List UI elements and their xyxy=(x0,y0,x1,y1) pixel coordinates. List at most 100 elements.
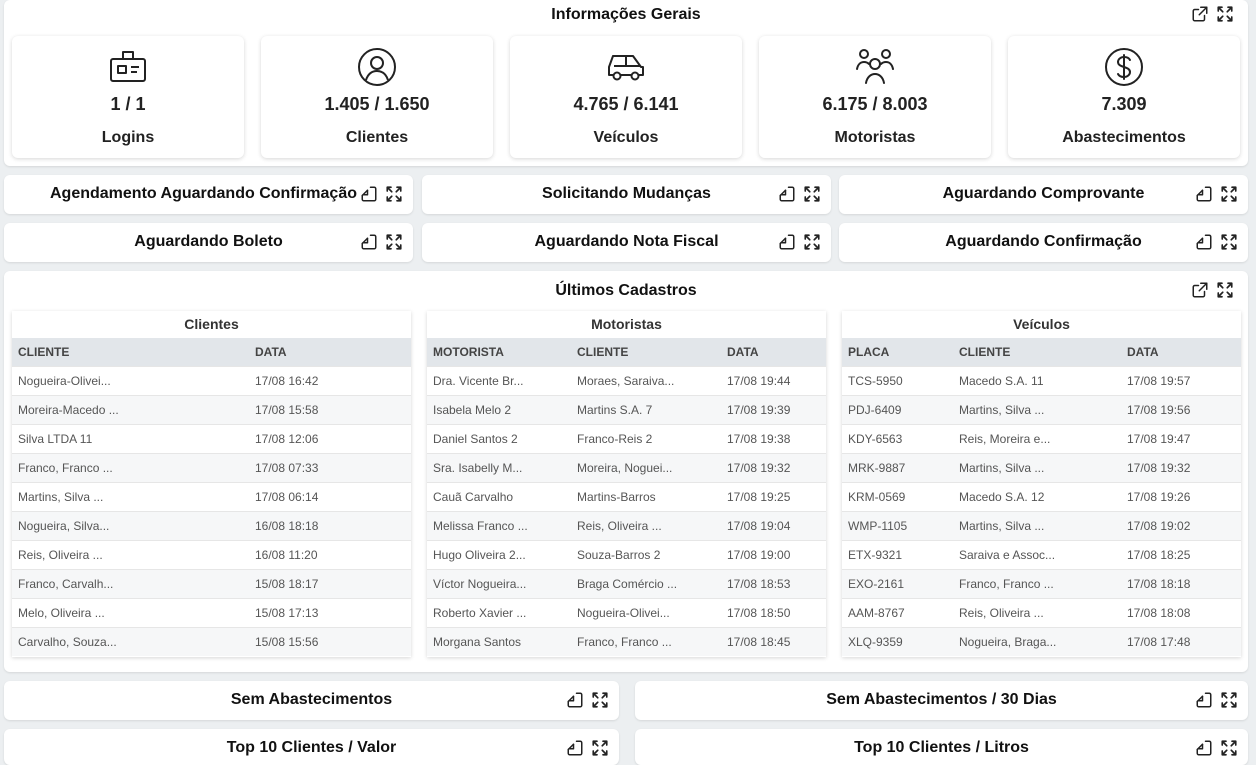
cliente-cell: Souza-Barros 2 xyxy=(571,539,721,569)
top10-litros-widget[interactable]: Top 10 Clientes / Litros xyxy=(635,729,1248,765)
table-row[interactable]: Isabela Melo 2 Martins S.A. 7 17/08 19:39 xyxy=(427,394,826,424)
table-row[interactable]: TCS-5950 Macedo S.A. 11 17/08 19:57 xyxy=(842,365,1241,395)
aguardando-confirmacao-widget[interactable]: Aguardando Confirmação xyxy=(839,223,1248,262)
table-row[interactable]: Moreira-Macedo ... 17/08 15:58 xyxy=(12,394,411,424)
table-row[interactable]: PDJ-6409 Martins, Silva ... 17/08 19:56 xyxy=(842,394,1241,424)
column-header[interactable]: CLIENTE xyxy=(571,338,721,366)
data-cell: 17/08 18:45 xyxy=(721,626,826,656)
placa-cell: MRK-9887 xyxy=(842,452,953,482)
dollar-circle-icon xyxy=(1104,47,1144,87)
data-cell: 17/08 18:08 xyxy=(1121,597,1241,627)
table-row[interactable]: WMP-1105 Martins, Silva ... 17/08 19:02 xyxy=(842,510,1241,540)
veiculos-table: PLACA CLIENTE DATA TCS-5950 Macedo S.A. 1… xyxy=(842,338,1241,656)
collapse-icon[interactable] xyxy=(778,233,796,251)
collapse-icon[interactable] xyxy=(778,185,796,203)
column-header[interactable]: CLIENTE xyxy=(12,338,249,366)
fullscreen-icon[interactable] xyxy=(1216,5,1234,23)
collapse-icon[interactable] xyxy=(360,185,378,203)
table-row[interactable]: Cauã Carvalho Martins-Barros 17/08 19:25 xyxy=(427,481,826,511)
collapse-icon[interactable] xyxy=(566,739,584,757)
cliente-cell: Reis, Moreira e... xyxy=(953,423,1121,453)
data-cell: 16/08 11:20 xyxy=(249,539,411,569)
collapse-icon[interactable] xyxy=(1195,185,1213,203)
table-row[interactable]: KRM-0569 Macedo S.A. 12 17/08 19:26 xyxy=(842,481,1241,511)
fullscreen-icon[interactable] xyxy=(803,233,821,251)
user-circle-icon xyxy=(357,47,397,87)
table-row[interactable]: Melo, Oliveira ... 15/08 17:13 xyxy=(12,597,411,627)
table-row[interactable]: Martins, Silva ... 17/08 06:14 xyxy=(12,481,411,511)
table-row[interactable]: Dra. Vicente Br... Moraes, Saraiva... 17/0… xyxy=(427,365,826,395)
table-row[interactable]: Hugo Oliveira 2... Souza-Barros 2 17/08 19… xyxy=(427,539,826,569)
collapse-icon[interactable] xyxy=(1195,691,1213,709)
placa-cell: ETX-9321 xyxy=(842,539,953,569)
table-row[interactable]: Melissa Franco ... Reis, Oliveira ... 17/0… xyxy=(427,510,826,540)
motoristas-table-title: Motoristas xyxy=(591,316,662,332)
collapse-icon[interactable] xyxy=(360,233,378,251)
table-row[interactable]: Franco, Carvalh... 15/08 18:17 xyxy=(12,568,411,598)
open-external-icon[interactable] xyxy=(1191,5,1209,23)
fullscreen-icon[interactable] xyxy=(385,185,403,203)
cliente-cell: Carvalho, Souza... xyxy=(12,626,249,656)
data-cell: 17/08 07:33 xyxy=(249,452,411,482)
table-row[interactable]: Morgana Santos Franco, Franco ... 17/08 18… xyxy=(427,626,826,656)
column-header[interactable]: MOTORISTA xyxy=(427,338,571,366)
top10-litros-title: Top 10 Clientes / Litros xyxy=(854,739,1029,756)
clientes-table: CLIENTE DATA Nogueira-Olivei... 17/08 16:… xyxy=(12,338,411,656)
motorista-cell: Melissa Franco ... xyxy=(427,510,571,540)
table-row[interactable]: XLQ-9359 Nogueira, Braga... 17/08 17:48 xyxy=(842,626,1241,656)
placa-cell: AAM-8767 xyxy=(842,597,953,627)
table-row[interactable]: ETX-9321 Saraiva e Assoc... 17/08 18:25 xyxy=(842,539,1241,569)
column-header[interactable]: DATA xyxy=(1121,338,1241,366)
table-row[interactable]: Reis, Oliveira ... 16/08 11:20 xyxy=(12,539,411,569)
collapse-icon[interactable] xyxy=(566,691,584,709)
column-header[interactable]: PLACA xyxy=(842,338,953,366)
aguardando-boleto-title: Aguardando Boleto xyxy=(134,233,283,250)
table-row[interactable]: Nogueira-Olivei... 17/08 16:42 xyxy=(12,365,411,395)
collapse-icon[interactable] xyxy=(1195,739,1213,757)
fullscreen-icon[interactable] xyxy=(1220,739,1238,757)
table-row[interactable]: Roberto Xavier ... Nogueira-Olivei... 17/0… xyxy=(427,597,826,627)
solicitando-widget[interactable]: Solicitando Mudanças xyxy=(422,175,831,214)
column-header[interactable]: DATA xyxy=(249,338,411,366)
fullscreen-icon[interactable] xyxy=(591,739,609,757)
table-row[interactable]: EXO-2161 Franco, Franco ... 17/08 18:18 xyxy=(842,568,1241,598)
fullscreen-icon[interactable] xyxy=(1220,233,1238,251)
table-row[interactable]: KDY-6563 Reis, Moreira e... 17/08 19:47 xyxy=(842,423,1241,453)
fullscreen-icon[interactable] xyxy=(385,233,403,251)
data-cell: 16/08 18:18 xyxy=(249,510,411,540)
table-row[interactable]: Sra. Isabelly M... Moreira, Noguei... 17/0… xyxy=(427,452,826,482)
aguardando-comprovante-widget[interactable]: Aguardando Comprovante xyxy=(839,175,1248,214)
cliente-cell: Saraiva e Assoc... xyxy=(953,539,1121,569)
cliente-cell: Macedo S.A. 12 xyxy=(953,481,1121,511)
agendamento-widget[interactable]: Agendamento Aguardando Confirmação xyxy=(4,175,413,214)
aguardando-nota-widget[interactable]: Aguardando Nota Fiscal xyxy=(422,223,831,262)
fullscreen-icon[interactable] xyxy=(1220,691,1238,709)
collapse-icon[interactable] xyxy=(1195,233,1213,251)
fullscreen-icon[interactable] xyxy=(591,691,609,709)
cliente-cell: Martins-Barros xyxy=(571,481,721,511)
fullscreen-icon[interactable] xyxy=(1220,185,1238,203)
sem-abastecimentos-widget[interactable]: Sem Abastecimentos xyxy=(4,681,619,720)
column-header[interactable]: DATA xyxy=(721,338,826,366)
table-row[interactable]: Carvalho, Souza... 15/08 15:56 xyxy=(12,626,411,656)
table-row[interactable]: Nogueira, Silva... 16/08 18:18 xyxy=(12,510,411,540)
top10-valor-widget[interactable]: Top 10 Clientes / Valor xyxy=(4,729,619,765)
table-row[interactable]: Víctor Nogueira... Braga Comércio ... 17/0… xyxy=(427,568,826,598)
logins-card: 1 / 1 Logins xyxy=(12,36,244,158)
sem-abastecimentos-30-widget[interactable]: Sem Abastecimentos / 30 Dias xyxy=(635,681,1248,720)
motorista-cell: Hugo Oliveira 2... xyxy=(427,539,571,569)
motorista-cell: Dra. Vicente Br... xyxy=(427,365,571,395)
table-row[interactable]: AAM-8767 Reis, Oliveira ... 17/08 18:08 xyxy=(842,597,1241,627)
table-row[interactable]: MRK-9887 Martins, Silva ... 17/08 19:32 xyxy=(842,452,1241,482)
column-header[interactable]: CLIENTE xyxy=(953,338,1121,366)
aguardando-boleto-widget[interactable]: Aguardando Boleto xyxy=(4,223,413,262)
fullscreen-icon[interactable] xyxy=(1216,281,1234,299)
table-row[interactable]: Silva LTDA 11 17/08 12:06 xyxy=(12,423,411,453)
open-external-icon[interactable] xyxy=(1191,281,1209,299)
table-row[interactable]: Franco, Franco ... 17/08 07:33 xyxy=(12,452,411,482)
general-info-title: Informações Gerais xyxy=(551,6,701,23)
solicitando-title: Solicitando Mudanças xyxy=(542,185,711,202)
sem-abastecimentos-30-title: Sem Abastecimentos / 30 Dias xyxy=(826,691,1057,708)
fullscreen-icon[interactable] xyxy=(803,185,821,203)
table-row[interactable]: Daniel Santos 2 Franco-Reis 2 17/08 19:38 xyxy=(427,423,826,453)
